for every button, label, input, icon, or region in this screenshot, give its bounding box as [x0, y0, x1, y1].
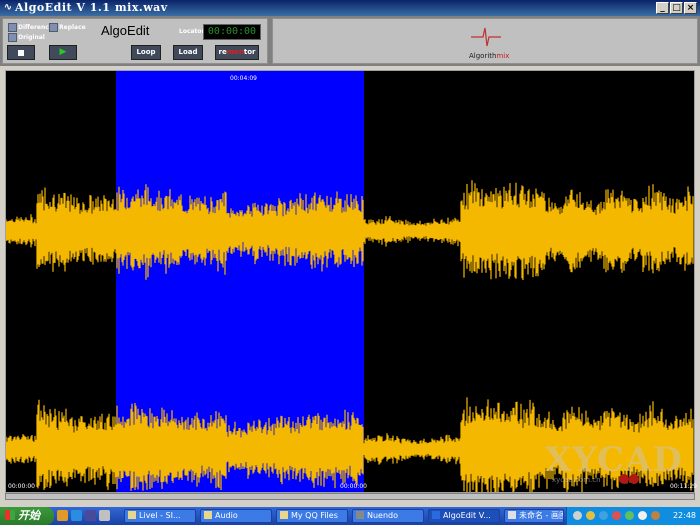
close-icon: ×: [686, 3, 695, 13]
tray-qq-icon[interactable]: [612, 511, 621, 520]
close-button[interactable]: ×: [684, 2, 697, 14]
task-label: 未命名 - 画图: [519, 511, 564, 520]
tray-app-icon[interactable]: [651, 511, 660, 520]
taskbar-task-3[interactable]: Nuendo: [352, 509, 424, 523]
window-filename: mix.wav: [115, 1, 168, 14]
control-panel: Difference Replace Original ▶ AlgoEdit L…: [2, 18, 268, 64]
taskbar-task-2[interactable]: My QQ Files: [276, 509, 348, 523]
horizontal-scrollbar[interactable]: [5, 493, 695, 500]
original-label: Original: [18, 34, 45, 41]
window-title-bar: ∿ AlgoEdit V 1.1 mix.wav _ □ ×: [0, 0, 700, 16]
brand-name: Algorithmix: [469, 52, 509, 60]
minimize-button[interactable]: _: [656, 2, 669, 14]
maximize-icon: □: [672, 3, 681, 13]
paint-icon: [508, 511, 516, 519]
taskbar-task-5[interactable]: 未命名 - 画图: [504, 509, 564, 523]
quicklaunch-desktop-icon[interactable]: [99, 510, 110, 521]
loop-button[interactable]: Loop: [131, 45, 161, 60]
task-label: Nuendo: [367, 511, 399, 520]
start-button[interactable]: 开始: [0, 507, 54, 525]
waveform-canvas[interactable]: [6, 71, 694, 492]
play-icon: ▶: [59, 47, 67, 57]
quicklaunch-media-icon[interactable]: [85, 510, 96, 521]
tray-network-icon[interactable]: [599, 511, 608, 520]
algoedit-logo-icon: ∿: [3, 2, 13, 13]
tray-volume-icon[interactable]: [638, 511, 647, 520]
render-label-prefix: re: [218, 48, 227, 56]
folder-icon: [280, 511, 288, 519]
locator-display: 00:00:00: [203, 24, 261, 40]
start-time: 00:00:00: [8, 483, 35, 490]
task-label: Livel - SI...: [139, 511, 181, 520]
toolbar: Difference Replace Original ▶ AlgoEdit L…: [0, 16, 700, 66]
tray-help-icon[interactable]: [586, 511, 595, 520]
selection-start-time: 00:04:09: [230, 75, 257, 82]
difference-checkbox[interactable]: [8, 23, 17, 32]
heartbeat-logo-icon: [471, 27, 501, 47]
task-label: AlgoEdit V...: [443, 511, 491, 520]
taskbar-clock: 22:48: [672, 511, 696, 520]
load-button[interactable]: Load: [173, 45, 203, 60]
render-label-mid: mon: [226, 48, 244, 56]
tray-keyboard-icon[interactable]: [573, 511, 582, 520]
task-label: My QQ Files: [291, 511, 338, 520]
taskbar-task-1[interactable]: Audio: [200, 509, 272, 523]
task-app-icon: [128, 511, 136, 519]
difference-label: Difference: [18, 24, 53, 31]
watermark-dots-icon: [619, 474, 639, 484]
original-checkbox[interactable]: [8, 33, 17, 42]
taskbar: 开始 Livel - SI... Audio My QQ Files Nuend…: [0, 507, 700, 525]
locator-label: Locator: [179, 28, 205, 35]
brand-name-prefix: Algorith: [469, 52, 497, 60]
replace-checkbox[interactable]: [49, 23, 58, 32]
task-label: Audio: [215, 511, 238, 520]
watermark-subtext: xycad.com.cn: [552, 476, 601, 484]
quicklaunch-ie-icon[interactable]: [71, 510, 82, 521]
quicklaunch-explorer-icon[interactable]: [57, 510, 68, 521]
tray-security-icon[interactable]: [625, 511, 634, 520]
replace-label: Replace: [59, 24, 86, 31]
windows-logo-icon: [5, 510, 15, 520]
window-title: AlgoEdit V 1.1: [15, 1, 111, 14]
app-name: AlgoEdit: [101, 23, 150, 38]
system-tray: 22:48: [566, 507, 700, 525]
brand-panel: Algorithmix: [272, 18, 698, 64]
taskbar-task-4[interactable]: AlgoEdit V...: [428, 509, 500, 523]
play-button[interactable]: ▶: [49, 45, 77, 60]
folder-icon: [204, 511, 212, 519]
algoedit-logo-icon: [432, 511, 440, 519]
selection-end-time: 00:00:00: [340, 483, 367, 490]
render-label-suffix: tor: [243, 48, 256, 56]
stop-icon: [18, 50, 24, 56]
watermark-logo: XYCAD: [545, 440, 683, 480]
brand-name-suffix: mix: [496, 52, 510, 60]
stop-button[interactable]: [7, 45, 35, 60]
end-time: 00:11:29: [670, 483, 697, 490]
render-button[interactable]: remontor: [215, 45, 259, 60]
nuendo-icon: [356, 511, 364, 519]
taskbar-task-0[interactable]: Livel - SI...: [124, 509, 196, 523]
maximize-button[interactable]: □: [670, 2, 683, 14]
start-label: 开始: [18, 509, 40, 522]
waveform-panel[interactable]: 00:04:09 00:00:00 00:00:00 00:11:29: [5, 70, 697, 493]
minimize-icon: _: [660, 3, 665, 13]
